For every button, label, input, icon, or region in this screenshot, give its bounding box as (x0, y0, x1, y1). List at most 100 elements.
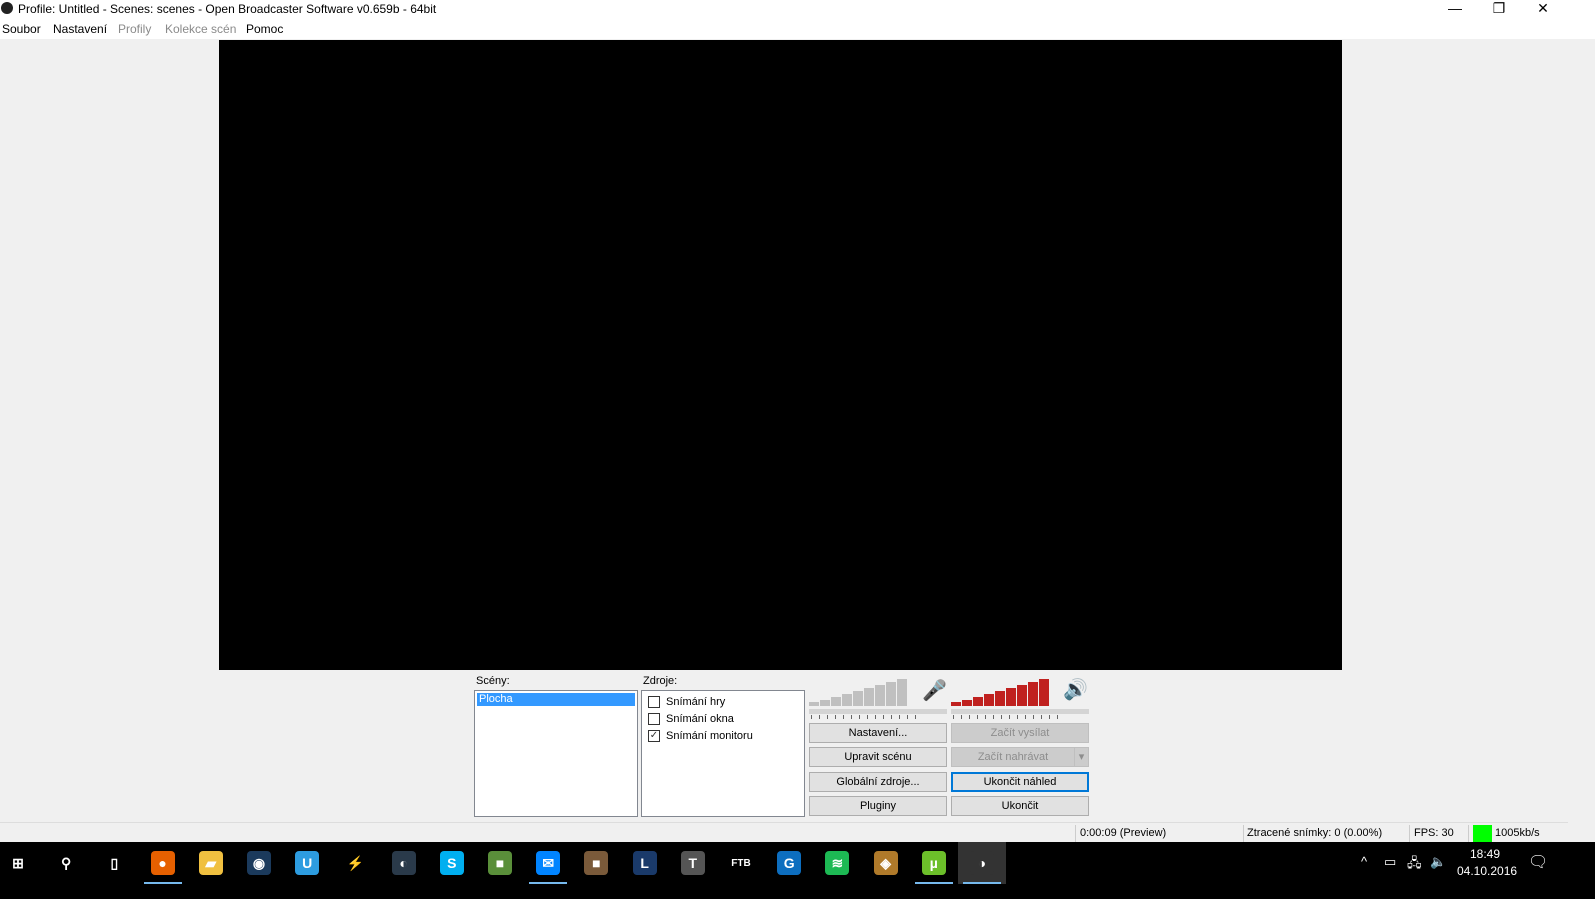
meter-bar (1017, 685, 1027, 706)
taskbar-spotify[interactable]: ≋ (813, 842, 861, 884)
tray-chevron-icon[interactable]: ^ (1361, 854, 1367, 869)
taskbar-uplay[interactable]: U (283, 842, 331, 884)
menu-profily[interactable]: Profily (118, 22, 151, 36)
meter-bar (962, 700, 972, 706)
close-button[interactable]: ✕ (1528, 0, 1558, 18)
messenger-icon: ✉ (536, 851, 561, 875)
mic-volume-meter (809, 677, 917, 706)
source-checkbox[interactable] (648, 696, 660, 709)
taskbar-steam[interactable]: ◉ (235, 842, 283, 884)
stream-health-indicator (1473, 825, 1492, 842)
taskbar-messenger[interactable]: ✉ (524, 842, 572, 884)
running-indicator (963, 882, 1001, 884)
power-icon[interactable]: ▭ (1384, 854, 1396, 870)
file-explorer-icon: ▰ (198, 851, 223, 875)
source-item[interactable]: Snímání okna (648, 712, 734, 726)
taskbar-file-explorer[interactable]: ▰ (187, 842, 235, 884)
start-icon: ⊞ (6, 851, 30, 875)
notifications-icon[interactable]: 🗨 (1528, 852, 1548, 872)
taskbar-league-of-legends[interactable]: L (621, 842, 669, 884)
status-bitrate: 1005kb/s (1495, 827, 1540, 839)
minimize-button[interactable]: — (1440, 0, 1470, 18)
meter-bar (875, 685, 885, 706)
minecraft-launcher-icon: ■ (584, 851, 609, 875)
meter-bar (831, 697, 841, 706)
desktop-volume-ticks (953, 715, 1058, 719)
volume-icon[interactable]: 🔈 (1430, 854, 1446, 870)
obs-icon: ◑ (970, 851, 994, 875)
obs-logo-icon (1, 2, 13, 14)
preview-canvas[interactable] (219, 40, 1342, 670)
teamspeak-icon: ◐ (391, 851, 416, 875)
settings-button[interactable]: Nastavení... (809, 723, 947, 743)
taskbar-obs[interactable]: ◑ (958, 842, 1006, 884)
source-checkbox[interactable] (648, 713, 660, 726)
menu-soubor[interactable]: Soubor (2, 22, 41, 36)
desktop-volume-slider[interactable] (951, 709, 1089, 714)
taskbar-app-g[interactable]: G (765, 842, 813, 884)
mic-volume-ticks (811, 715, 916, 719)
steam-icon: ◉ (247, 851, 271, 875)
world-of-tanks-icon: T (680, 851, 705, 875)
menu-nastaveni[interactable]: Nastavení (53, 22, 107, 36)
source-checkbox-checked[interactable]: ✓ (648, 730, 660, 743)
menu-kolekce-scen[interactable]: Kolekce scén (165, 22, 236, 36)
recording-dropdown-button[interactable]: ▾ (1074, 747, 1089, 767)
restore-button[interactable]: ❐ (1484, 0, 1514, 18)
network-icon[interactable]: 🖧 (1407, 854, 1422, 876)
sources-list[interactable]: Snímání hry Snímání okna ✓ Snímání monito… (641, 690, 805, 817)
taskbar-hearthstone[interactable]: ◈ (862, 842, 910, 884)
source-item[interactable]: Snímání hry (648, 695, 725, 709)
stop-preview-button[interactable]: Ukončit náhled (951, 772, 1089, 792)
taskbar-winamp[interactable]: ⚡ (331, 842, 379, 884)
taskbar-start[interactable]: ⊞ (0, 842, 42, 884)
meter-bar (1006, 688, 1016, 706)
title-bar: Profile: Untitled - Scenes: scenes - Ope… (0, 0, 1595, 18)
speaker-icon[interactable]: 🔊 (1063, 677, 1088, 702)
status-divider (1075, 825, 1076, 843)
plugins-button[interactable]: Pluginy (809, 796, 947, 816)
clock-time[interactable]: 18:49 (1470, 847, 1500, 861)
status-dropped-frames: Ztracené snímky: 0 (0.00%) (1247, 827, 1383, 839)
taskbar-teamspeak[interactable]: ◐ (380, 842, 428, 884)
meter-bar (853, 691, 863, 706)
meter-bar (809, 702, 819, 706)
window-title: Profile: Untitled - Scenes: scenes - Ope… (18, 2, 437, 16)
ftb-icon: FTB (729, 851, 753, 875)
running-indicator (143, 882, 182, 884)
status-divider (1468, 825, 1469, 843)
taskbar-world-of-tanks[interactable]: T (669, 842, 717, 884)
taskbar-ftb[interactable]: FTB (717, 842, 765, 884)
exit-button[interactable]: Ukončit (951, 796, 1089, 816)
skype-icon: S (439, 851, 464, 875)
taskbar-minecraft-launcher[interactable]: ■ (572, 842, 620, 884)
meter-bar (842, 694, 852, 706)
meter-bar (984, 694, 994, 706)
taskbar-skype[interactable]: S (428, 842, 476, 884)
menu-bar (0, 18, 1595, 39)
taskbar-minecraft[interactable]: ■ (476, 842, 524, 884)
start-streaming-button[interactable]: Začít vysílat (951, 723, 1089, 743)
meter-bar (951, 702, 961, 706)
spotify-icon: ≋ (825, 851, 850, 875)
source-label: Snímání hry (666, 696, 726, 708)
start-recording-button[interactable]: Začít nahrávat (951, 747, 1075, 767)
taskbar-utorrent[interactable]: µ (910, 842, 958, 884)
microphone-icon[interactable]: 🎤 (922, 678, 947, 703)
source-item[interactable]: ✓ Snímání monitoru (648, 729, 753, 743)
scene-item[interactable]: Plocha (477, 693, 635, 706)
scenes-list[interactable]: Plocha (474, 690, 638, 817)
source-label: Snímání monitoru (666, 730, 753, 742)
menu-pomoc[interactable]: Pomoc (246, 22, 283, 36)
taskbar: ⊞ ⚲ ▯ ● ▰ ◉ U ⚡ ◐ S ■ ✉ ■ L T FTB G ≋ ◈ µ ◑ ^ ▭ 🖧 🔈 18:49 04… (0, 842, 1595, 899)
league-of-legends-icon: L (632, 851, 657, 875)
mic-volume-slider[interactable] (809, 709, 947, 714)
taskbar-search[interactable]: ⚲ (42, 842, 90, 884)
edit-scene-button[interactable]: Upravit scénu (809, 747, 947, 767)
taskbar-task-view[interactable]: ▯ (90, 842, 138, 884)
status-fps: FPS: 30 (1414, 827, 1454, 839)
taskbar-firefox[interactable]: ● (139, 842, 187, 884)
uplay-icon: U (295, 851, 320, 875)
clock-date[interactable]: 04.10.2016 (1457, 864, 1517, 878)
global-sources-button[interactable]: Globální zdroje... (809, 772, 947, 792)
